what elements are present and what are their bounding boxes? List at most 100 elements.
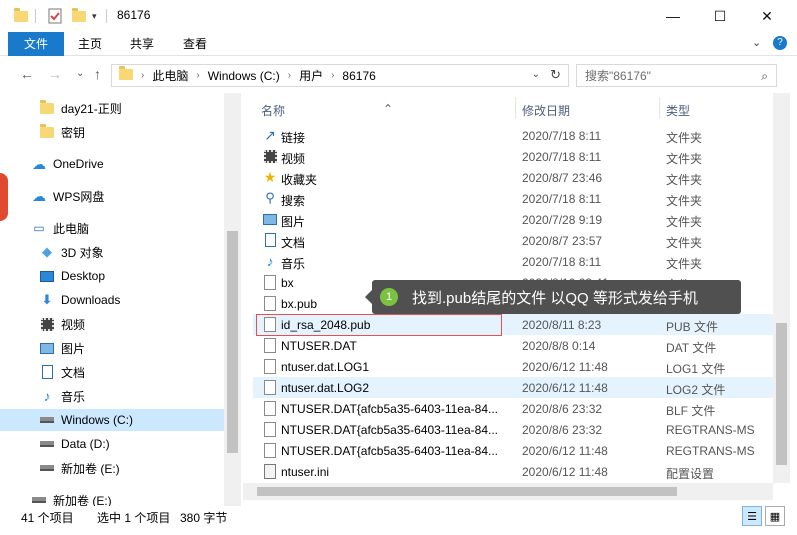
nav-item[interactable]: 视频 <box>0 313 224 335</box>
expand-ribbon-chevron-icon[interactable]: ⌄ <box>752 36 761 49</box>
recent-locations-chevron-icon[interactable]: ⌄ <box>76 68 84 79</box>
nav-item[interactable]: ◆ 3D 对象 <box>0 241 224 263</box>
file-list-vertical-scrollbar-thumb[interactable] <box>776 323 787 465</box>
file-row[interactable]: 视频 2020/7/18 8:11 文件夹 <box>253 146 773 167</box>
forward-arrow-icon[interactable]: → <box>48 66 62 82</box>
nav-item[interactable]: 新加卷 (E:) <box>0 457 224 479</box>
file-row[interactable]: ★ 收藏夹 2020/8/7 23:46 文件夹 <box>253 167 773 188</box>
search-icon[interactable]: ⌕ <box>761 69 768 84</box>
nav-item[interactable]: Windows (C:) <box>0 409 224 431</box>
window-title: 86176 <box>117 8 151 22</box>
close-button[interactable]: ✕ <box>744 0 790 32</box>
nav-scrollbar[interactable] <box>224 93 241 506</box>
nav-item-label: Windows (C:) <box>61 413 134 427</box>
annotation-highlight-box <box>256 314 502 336</box>
nav-item[interactable]: Data (D:) <box>0 433 224 455</box>
breadcrumb-user-folder[interactable]: 86176 <box>342 69 375 83</box>
nav-scrollbar-thumb[interactable] <box>227 231 238 453</box>
nav-item[interactable]: 密钥 <box>0 121 224 143</box>
search-box[interactable]: ⌕ <box>576 64 777 87</box>
nav-item[interactable]: ☁ WPS网盘 <box>0 185 224 207</box>
nav-item[interactable]: ⬇ Downloads <box>0 289 224 311</box>
nav-item-label: OneDrive <box>53 157 104 171</box>
column-divider[interactable] <box>515 97 516 119</box>
column-date-header[interactable]: 修改日期 <box>522 102 570 119</box>
file-row[interactable]: 文档 2020/8/7 23:57 文件夹 <box>253 230 773 251</box>
address-dropdown-chevron-icon[interactable]: ⌄ <box>532 69 540 80</box>
file-row[interactable]: ntuser.dat.LOG2 2020/6/12 11:48 LOG2 文件 <box>253 377 773 398</box>
breadcrumb-drive-c[interactable]: Windows (C:) <box>208 69 280 83</box>
file-name: 音乐 <box>281 257 306 271</box>
tab-file[interactable]: 文件 <box>8 32 64 56</box>
file-type: 文件夹 <box>666 215 703 229</box>
column-name-header[interactable]: 名称 <box>261 102 285 119</box>
up-arrow-icon[interactable]: ↑ <box>94 66 101 82</box>
nav-item[interactable]: 新加卷 (E:) <box>0 489 224 506</box>
computer-icon: ▭ <box>33 221 45 235</box>
nav-item[interactable]: 文档 <box>0 361 224 383</box>
breadcrumb-separator-icon: › <box>287 70 292 81</box>
selection-size: 380 字节 <box>180 511 228 525</box>
properties-icon[interactable] <box>48 7 62 25</box>
nav-item[interactable]: ♪ 音乐 <box>0 385 224 407</box>
file-name: ntuser.dat.LOG2 <box>281 381 370 395</box>
search-input[interactable] <box>577 65 747 86</box>
details-view-button[interactable]: ☰ <box>742 506 762 526</box>
breadcrumb-this-pc[interactable]: 此电脑 <box>152 67 188 84</box>
file-name: bx <box>281 276 294 290</box>
nav-item[interactable]: ▭ 此电脑 <box>0 217 224 239</box>
tab-share[interactable]: 共享 <box>122 32 162 56</box>
link-icon: ↗ <box>264 126 276 143</box>
search-icon: ⚲ <box>265 190 275 205</box>
file-row[interactable]: ⚲ 搜索 2020/7/18 8:11 文件夹 <box>253 188 773 209</box>
column-type-header[interactable]: 类型 <box>666 102 690 119</box>
file-modified-date: 2020/7/18 8:11 <box>522 255 602 269</box>
nav-item-label: Downloads <box>61 293 121 307</box>
large-icons-view-button[interactable]: ▦ <box>765 506 785 526</box>
file-icon <box>262 295 278 311</box>
nav-item-label: 新加卷 (E:) <box>61 461 120 476</box>
file-icon <box>262 274 278 290</box>
nav-item[interactable]: day21-正则 <box>0 97 224 119</box>
file-row[interactable]: ♪ 音乐 2020/7/18 8:11 文件夹 <box>253 251 773 272</box>
tab-view[interactable]: 查看 <box>175 32 215 56</box>
file-modified-date: 2020/6/12 11:48 <box>522 381 608 395</box>
new-folder-icon[interactable] <box>72 7 86 25</box>
file-name: 收藏夹 <box>281 173 318 187</box>
breadcrumb-users[interactable]: 用户 <box>299 67 323 84</box>
help-icon[interactable]: ? <box>773 36 787 50</box>
file-row[interactable]: NTUSER.DAT{afcb5a35-6403-11ea-84... 2020/… <box>253 440 773 461</box>
file-row[interactable]: NTUSER.DAT 2020/8/8 0:14 DAT 文件 <box>253 335 773 356</box>
file-row[interactable]: ntuser.ini 2020/6/12 11:48 配置设置 <box>253 461 773 482</box>
nav-item-label: 此电脑 <box>53 221 90 236</box>
file-list-horizontal-scrollbar[interactable] <box>243 483 773 500</box>
refresh-icon[interactable]: ↻ <box>550 67 561 83</box>
qa-divider <box>35 9 36 23</box>
maximize-button[interactable]: ☐ <box>697 0 743 32</box>
nav-item[interactable]: Desktop <box>0 265 224 287</box>
music-icon: ♪ <box>266 253 274 269</box>
file-row[interactable]: ↗ 链接 2020/7/18 8:11 文件夹 <box>253 125 773 146</box>
customize-qa-chevron-down-icon[interactable]: ▾ <box>92 7 97 25</box>
file-row[interactable]: 图片 2020/7/28 9:19 文件夹 <box>253 209 773 230</box>
file-row[interactable]: NTUSER.DAT{afcb5a35-6403-11ea-84... 2020/… <box>253 398 773 419</box>
document-icon <box>38 364 56 380</box>
picture-icon <box>262 211 278 227</box>
file-row[interactable]: ntuser.dat.LOG1 2020/6/12 11:48 LOG1 文件 <box>253 356 773 377</box>
file-row[interactable]: NTUSER.DAT{afcb5a35-6403-11ea-84... 2020/… <box>253 419 773 440</box>
breadcrumb-separator-icon: › <box>196 70 200 81</box>
file-list-vertical-scrollbar[interactable] <box>773 93 790 483</box>
tab-home[interactable]: 主页 <box>70 32 110 56</box>
file-modified-date: 2020/8/6 23:32 <box>522 402 603 416</box>
star-icon: ★ <box>263 168 277 185</box>
file-type: 文件夹 <box>666 236 703 250</box>
file-modified-date: 2020/7/18 8:11 <box>522 150 602 164</box>
back-arrow-icon[interactable]: ← <box>20 66 34 82</box>
nav-item[interactable]: ☁ OneDrive <box>0 153 224 175</box>
nav-item[interactable]: 图片 <box>0 337 224 359</box>
minimize-button[interactable]: — <box>650 0 696 32</box>
address-bar[interactable]: › 此电脑 › Windows (C:) › 用户 › 86176 ⌄ ↻ <box>111 64 569 87</box>
column-divider[interactable] <box>659 97 660 119</box>
file-modified-date: 2020/8/6 23:32 <box>522 423 603 437</box>
file-list-horizontal-scrollbar-thumb[interactable] <box>257 487 677 496</box>
